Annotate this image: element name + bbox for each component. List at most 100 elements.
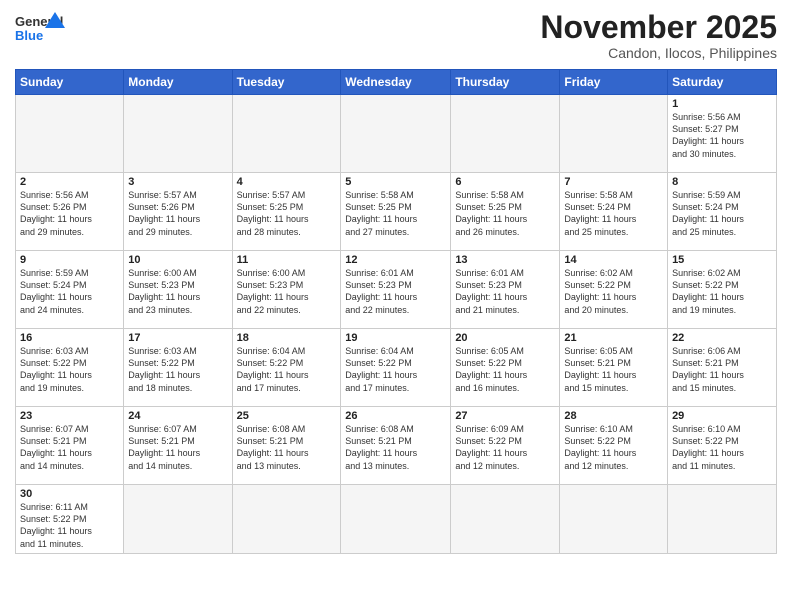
calendar-cell: 11Sunrise: 6:00 AM Sunset: 5:23 PM Dayli… <box>232 251 341 329</box>
day-number: 1 <box>672 98 772 110</box>
calendar-cell: 20Sunrise: 6:05 AM Sunset: 5:22 PM Dayli… <box>451 329 560 407</box>
day-number: 16 <box>20 332 119 344</box>
header-monday: Monday <box>124 70 232 95</box>
header-saturday: Saturday <box>668 70 777 95</box>
month-title: November 2025 <box>540 10 777 45</box>
day-info: Sunrise: 6:05 AM Sunset: 5:22 PM Dayligh… <box>455 345 555 394</box>
logo: General Blue <box>15 10 65 52</box>
calendar-cell: 2Sunrise: 5:56 AM Sunset: 5:26 PM Daylig… <box>16 173 124 251</box>
calendar-cell <box>341 95 451 173</box>
calendar-table: Sunday Monday Tuesday Wednesday Thursday… <box>15 69 777 554</box>
calendar-cell: 15Sunrise: 6:02 AM Sunset: 5:22 PM Dayli… <box>668 251 777 329</box>
calendar-cell: 10Sunrise: 6:00 AM Sunset: 5:23 PM Dayli… <box>124 251 232 329</box>
day-number: 3 <box>128 176 227 188</box>
day-info: Sunrise: 6:06 AM Sunset: 5:21 PM Dayligh… <box>672 345 772 394</box>
logo-svg: General Blue <box>15 10 65 52</box>
day-number: 28 <box>564 410 663 422</box>
header-thursday: Thursday <box>451 70 560 95</box>
day-number: 6 <box>455 176 555 188</box>
calendar-cell: 16Sunrise: 6:03 AM Sunset: 5:22 PM Dayli… <box>16 329 124 407</box>
calendar-cell: 23Sunrise: 6:07 AM Sunset: 5:21 PM Dayli… <box>16 407 124 485</box>
day-number: 14 <box>564 254 663 266</box>
day-number: 25 <box>237 410 337 422</box>
calendar-cell: 9Sunrise: 5:59 AM Sunset: 5:24 PM Daylig… <box>16 251 124 329</box>
day-info: Sunrise: 6:00 AM Sunset: 5:23 PM Dayligh… <box>237 267 337 316</box>
day-number: 29 <box>672 410 772 422</box>
day-info: Sunrise: 6:01 AM Sunset: 5:23 PM Dayligh… <box>455 267 555 316</box>
header-sunday: Sunday <box>16 70 124 95</box>
calendar-week-row: 23Sunrise: 6:07 AM Sunset: 5:21 PM Dayli… <box>16 407 777 485</box>
calendar-cell <box>451 95 560 173</box>
day-info: Sunrise: 6:02 AM Sunset: 5:22 PM Dayligh… <box>672 267 772 316</box>
day-number: 9 <box>20 254 119 266</box>
calendar-cell: 30Sunrise: 6:11 AM Sunset: 5:22 PM Dayli… <box>16 485 124 554</box>
day-info: Sunrise: 5:56 AM Sunset: 5:27 PM Dayligh… <box>672 111 772 160</box>
day-number: 2 <box>20 176 119 188</box>
weekday-header-row: Sunday Monday Tuesday Wednesday Thursday… <box>16 70 777 95</box>
location: Candon, Ilocos, Philippines <box>540 45 777 61</box>
calendar-week-row: 16 Sunrise: 6:03 AM Sunset: 5:22 PM Dayli… <box>16 329 777 407</box>
calendar-cell: 1Sunrise: 5:56 AM Sunset: 5:27 PM Daylig… <box>668 95 777 173</box>
calendar-cell <box>560 95 668 173</box>
header-tuesday: Tuesday <box>232 70 341 95</box>
day-number: 10 <box>128 254 227 266</box>
calendar-cell: 22Sunrise: 6:06 AM Sunset: 5:21 PM Dayli… <box>668 329 777 407</box>
calendar-cell <box>232 95 341 173</box>
day-info: Sunrise: 6:10 AM Sunset: 5:22 PM Dayligh… <box>564 423 663 472</box>
day-info: Sunrise: 6:02 AM Sunset: 5:22 PM Dayligh… <box>564 267 663 316</box>
day-info: Sunrise: 6:01 AM Sunset: 5:23 PM Dayligh… <box>345 267 446 316</box>
calendar-cell: 28Sunrise: 6:10 AM Sunset: 5:22 PM Dayli… <box>560 407 668 485</box>
calendar-cell: 12Sunrise: 6:01 AM Sunset: 5:23 PM Dayli… <box>341 251 451 329</box>
calendar-cell <box>16 95 124 173</box>
calendar-week-row: 1Sunrise: 5:56 AM Sunset: 5:27 PM Daylig… <box>16 95 777 173</box>
day-info: Sunrise: 5:58 AM Sunset: 5:25 PM Dayligh… <box>345 189 446 238</box>
day-number: 19 <box>345 332 446 344</box>
day-number: 23 <box>20 410 119 422</box>
calendar-cell <box>232 485 341 554</box>
day-info: Sunrise: 6:07 AM Sunset: 5:21 PM Dayligh… <box>20 423 119 472</box>
calendar-cell <box>124 485 232 554</box>
header-friday: Friday <box>560 70 668 95</box>
day-number: 27 <box>455 410 555 422</box>
calendar-page: General Blue November 2025 Candon, Iloco… <box>0 0 792 612</box>
calendar-cell: 17Sunrise: 6:03 AM Sunset: 5:22 PM Dayli… <box>124 329 232 407</box>
day-number: 4 <box>237 176 337 188</box>
calendar-cell: 14Sunrise: 6:02 AM Sunset: 5:22 PM Dayli… <box>560 251 668 329</box>
day-info: Sunrise: 6:08 AM Sunset: 5:21 PM Dayligh… <box>345 423 446 472</box>
calendar-cell: 7Sunrise: 5:58 AM Sunset: 5:24 PM Daylig… <box>560 173 668 251</box>
day-info: Sunrise: 6:09 AM Sunset: 5:22 PM Dayligh… <box>455 423 555 472</box>
day-info: Sunrise: 6:11 AM Sunset: 5:22 PM Dayligh… <box>20 501 119 550</box>
calendar-cell: 18Sunrise: 6:04 AM Sunset: 5:22 PM Dayli… <box>232 329 341 407</box>
day-info: Sunrise: 6:08 AM Sunset: 5:21 PM Dayligh… <box>237 423 337 472</box>
day-number: 24 <box>128 410 227 422</box>
day-info: Sunrise: 5:59 AM Sunset: 5:24 PM Dayligh… <box>20 267 119 316</box>
page-header: General Blue November 2025 Candon, Iloco… <box>15 10 777 61</box>
calendar-cell: 27Sunrise: 6:09 AM Sunset: 5:22 PM Dayli… <box>451 407 560 485</box>
calendar-cell: 21Sunrise: 6:05 AM Sunset: 5:21 PM Dayli… <box>560 329 668 407</box>
day-number: 30 <box>20 488 119 500</box>
day-info: Sunrise: 6:03 AM Sunset: 5:22 PM Dayligh… <box>128 345 227 394</box>
day-info: Sunrise: 5:59 AM Sunset: 5:24 PM Dayligh… <box>672 189 772 238</box>
header-wednesday: Wednesday <box>341 70 451 95</box>
day-number: 22 <box>672 332 772 344</box>
calendar-cell: 5Sunrise: 5:58 AM Sunset: 5:25 PM Daylig… <box>341 173 451 251</box>
calendar-cell <box>341 485 451 554</box>
calendar-cell <box>560 485 668 554</box>
day-number: 11 <box>237 254 337 266</box>
svg-text:Blue: Blue <box>15 28 43 43</box>
calendar-cell <box>668 485 777 554</box>
calendar-cell: 29Sunrise: 6:10 AM Sunset: 5:22 PM Dayli… <box>668 407 777 485</box>
day-info: Sunrise: 6:05 AM Sunset: 5:21 PM Dayligh… <box>564 345 663 394</box>
day-number: 5 <box>345 176 446 188</box>
day-info: Sunrise: 5:57 AM Sunset: 5:25 PM Dayligh… <box>237 189 337 238</box>
calendar-cell: 4Sunrise: 5:57 AM Sunset: 5:25 PM Daylig… <box>232 173 341 251</box>
day-info: Sunrise: 6:04 AM Sunset: 5:22 PM Dayligh… <box>345 345 446 394</box>
title-area: November 2025 Candon, Ilocos, Philippine… <box>540 10 777 61</box>
day-info: Sunrise: 6:10 AM Sunset: 5:22 PM Dayligh… <box>672 423 772 472</box>
calendar-cell <box>124 95 232 173</box>
calendar-cell: 6Sunrise: 5:58 AM Sunset: 5:25 PM Daylig… <box>451 173 560 251</box>
calendar-cell: 3Sunrise: 5:57 AM Sunset: 5:26 PM Daylig… <box>124 173 232 251</box>
calendar-week-row: 9Sunrise: 5:59 AM Sunset: 5:24 PM Daylig… <box>16 251 777 329</box>
calendar-cell: 8Sunrise: 5:59 AM Sunset: 5:24 PM Daylig… <box>668 173 777 251</box>
calendar-cell: 26Sunrise: 6:08 AM Sunset: 5:21 PM Dayli… <box>341 407 451 485</box>
